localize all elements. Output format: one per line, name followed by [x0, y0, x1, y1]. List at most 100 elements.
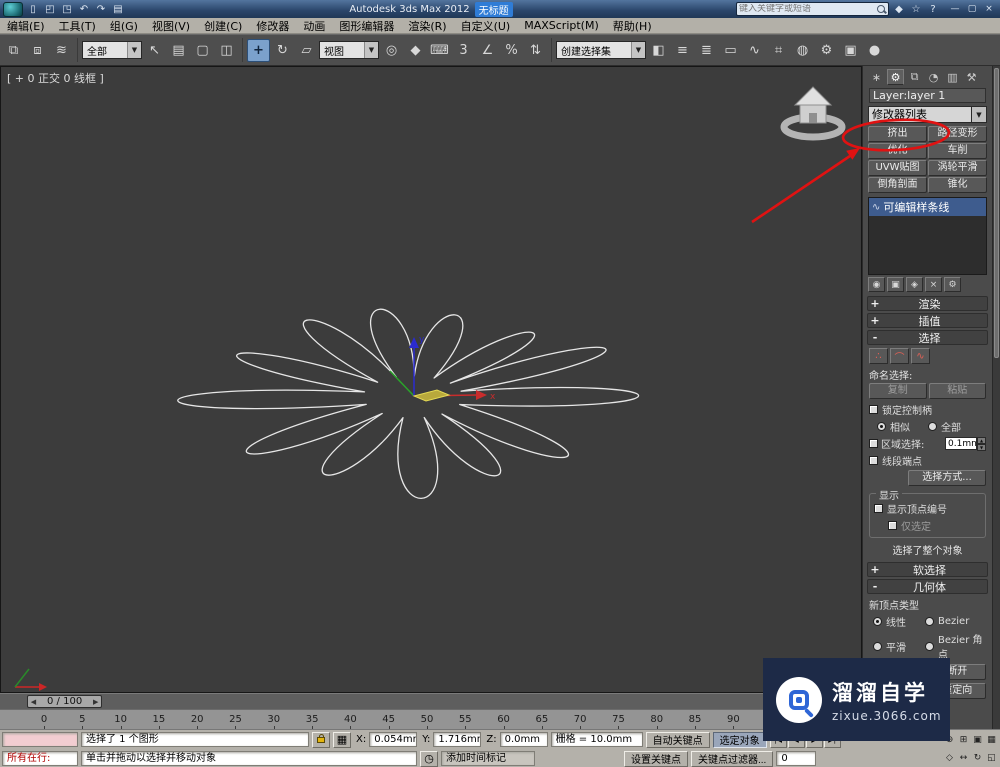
vertex-subobject-icon[interactable]: ∴	[869, 348, 888, 364]
rollout-interpolation[interactable]: + 插值	[867, 313, 988, 328]
panel-scrollbar[interactable]	[992, 66, 1000, 729]
selection-filter-dropdown[interactable]: 全部 ▼	[82, 41, 142, 59]
configure-modifier-sets-icon[interactable]: ⚙	[944, 277, 961, 292]
paste-button[interactable]: 粘贴	[928, 383, 986, 399]
undo-icon[interactable]: ↶	[76, 2, 92, 17]
menu-item[interactable]: 组(G)	[103, 18, 145, 33]
similar-radio[interactable]	[877, 422, 886, 431]
new-scene-icon[interactable]: ▯	[25, 2, 41, 17]
rectangular-selection-icon[interactable]: ▢	[191, 39, 214, 62]
make-unique-icon[interactable]: ◈	[906, 277, 923, 292]
select-and-manipulate-icon[interactable]: ◆	[404, 39, 427, 62]
communication-center-icon[interactable]: ◆	[891, 2, 907, 17]
tab-display[interactable]: ▥	[944, 69, 961, 85]
x-coordinate-field[interactable]: 0.054mm	[369, 732, 418, 747]
app-logo-icon[interactable]	[3, 1, 23, 17]
open-file-icon[interactable]: ◰	[42, 2, 58, 17]
unlink-selection-icon[interactable]: ⧈	[26, 39, 49, 62]
bezier-radio[interactable]	[925, 617, 934, 626]
menu-item[interactable]: 渲染(R)	[401, 18, 453, 33]
redo-icon[interactable]: ↷	[93, 2, 109, 17]
rendered-frame-icon[interactable]: ▣	[839, 39, 862, 62]
orbit-icon[interactable]: ↻	[971, 749, 984, 766]
current-frame-field[interactable]: 0	[776, 751, 817, 766]
rollout-soft-selection[interactable]: + 软选择	[867, 562, 988, 577]
time-slider-handle[interactable]: ◀ 0 / 100 ▶	[27, 695, 103, 708]
listener-field[interactable]: 所有在行:	[2, 751, 78, 766]
zoom-all-icon[interactable]: ⊞	[957, 731, 970, 748]
track-bar[interactable]: 0510152025303540455055606570758085909510…	[0, 709, 862, 730]
bind-to-space-warp-icon[interactable]: ≋	[50, 39, 73, 62]
maximize-viewport-icon[interactable]: ◱	[985, 749, 998, 766]
render-production-icon[interactable]: ●	[863, 39, 886, 62]
all-radio[interactable]	[928, 422, 937, 431]
maximize-button[interactable]: ▢	[964, 2, 980, 17]
material-editor-icon[interactable]: ◍	[791, 39, 814, 62]
tab-create[interactable]: ∗	[868, 69, 885, 85]
copy-button[interactable]: 复制	[869, 383, 927, 399]
auto-key-button[interactable]: 自动关键点	[645, 731, 710, 748]
linear-radio[interactable]	[873, 617, 882, 626]
rollout-selection[interactable]: - 选择	[867, 330, 988, 345]
menu-item[interactable]: 视图(V)	[145, 18, 197, 33]
select-and-scale-icon[interactable]: ▱	[295, 39, 318, 62]
schematic-view-icon[interactable]: ⌗	[767, 39, 790, 62]
move-gizmo[interactable]: y x	[389, 335, 496, 402]
use-pivot-center-icon[interactable]: ◎	[380, 39, 403, 62]
show-end-result-icon[interactable]: ▣	[887, 277, 904, 292]
menu-item[interactable]: 编辑(E)	[0, 18, 52, 33]
editable-spline-shape[interactable]	[177, 308, 639, 499]
snaps-toggle-icon[interactable]: 3	[452, 39, 475, 62]
select-object-icon[interactable]: ↖	[143, 39, 166, 62]
viewcube-home-icon[interactable]	[780, 86, 846, 141]
tab-modify[interactable]: ⚙	[887, 69, 904, 85]
extrude-button[interactable]: 挤出	[868, 126, 927, 142]
spline-subobject-icon[interactable]: ∿	[911, 348, 930, 364]
stack-item-editable-spline[interactable]: ∿ 可编辑样条线	[869, 198, 986, 216]
field-of-view-icon[interactable]: ◇	[943, 749, 956, 766]
time-tag-icon[interactable]: ◷	[420, 750, 438, 767]
select-by-button[interactable]: 选择方式...	[908, 470, 986, 486]
area-threshold-field[interactable]: 0.1mn	[945, 436, 977, 450]
lock-handles-checkbox[interactable]: 锁定控制柄	[869, 402, 986, 417]
chevron-down-icon[interactable]: ▼	[364, 42, 378, 58]
zoom-extents-all-icon[interactable]: ▦	[985, 731, 998, 748]
viewport[interactable]: [ + 0 正交 0 线框 ] y x	[0, 66, 862, 693]
rollout-geometry[interactable]: - 几何体	[867, 579, 988, 594]
taper-button[interactable]: 锥化	[928, 177, 987, 193]
select-and-link-icon[interactable]: ⧉	[2, 39, 25, 62]
spinner-up-icon[interactable]: ▲	[977, 436, 986, 444]
add-time-tag-field[interactable]: 添加时间标记	[441, 751, 535, 766]
modifier-list-dropdown[interactable]: 修改器列表 ▼	[868, 106, 987, 123]
curve-editor-icon[interactable]: ∿	[743, 39, 766, 62]
next-frame-arrow-icon[interactable]: ▶	[90, 698, 101, 706]
modifier-stack[interactable]: ∿ 可编辑样条线	[868, 197, 987, 275]
spinner-down-icon[interactable]: ▼	[977, 443, 986, 451]
pan-icon[interactable]: ↔	[957, 749, 970, 766]
remove-modifier-icon[interactable]: ×	[925, 277, 942, 292]
render-setup-icon[interactable]: ⚙	[815, 39, 838, 62]
viewport-label[interactable]: [ + 0 正交 0 线框 ]	[7, 70, 104, 86]
scrollbar-thumb[interactable]	[994, 68, 999, 358]
layer-manager-icon[interactable]: ≣	[695, 39, 718, 62]
pin-stack-icon[interactable]: ◉	[868, 277, 885, 292]
chevron-down-icon[interactable]: ▼	[127, 42, 141, 58]
z-coordinate-field[interactable]: 0.0mm	[499, 732, 548, 747]
menu-item[interactable]: 图形编辑器	[332, 18, 401, 33]
set-key-button[interactable]: 设置关键点	[624, 750, 688, 767]
area-selection-checkbox[interactable]	[869, 439, 878, 448]
menu-item[interactable]: 工具(T)	[52, 18, 103, 33]
align-icon[interactable]: ≡	[671, 39, 694, 62]
previous-frame-arrow-icon[interactable]: ◀	[28, 698, 39, 706]
menu-item[interactable]: 修改器	[249, 18, 296, 33]
smooth-radio[interactable]	[873, 641, 882, 651]
angle-snap-icon[interactable]: ∠	[476, 39, 499, 62]
rollout-render[interactable]: + 渲染	[867, 296, 988, 311]
selection-lock-toggle[interactable]	[312, 731, 330, 748]
macro-recorder-field[interactable]	[2, 732, 78, 747]
search-input[interactable]	[739, 4, 877, 14]
select-and-rotate-icon[interactable]: ↻	[271, 39, 294, 62]
zoom-extents-icon[interactable]: ▣	[971, 731, 984, 748]
path-deform-button[interactable]: 路径变形	[928, 126, 987, 142]
favorites-star-icon[interactable]: ☆	[908, 2, 924, 17]
